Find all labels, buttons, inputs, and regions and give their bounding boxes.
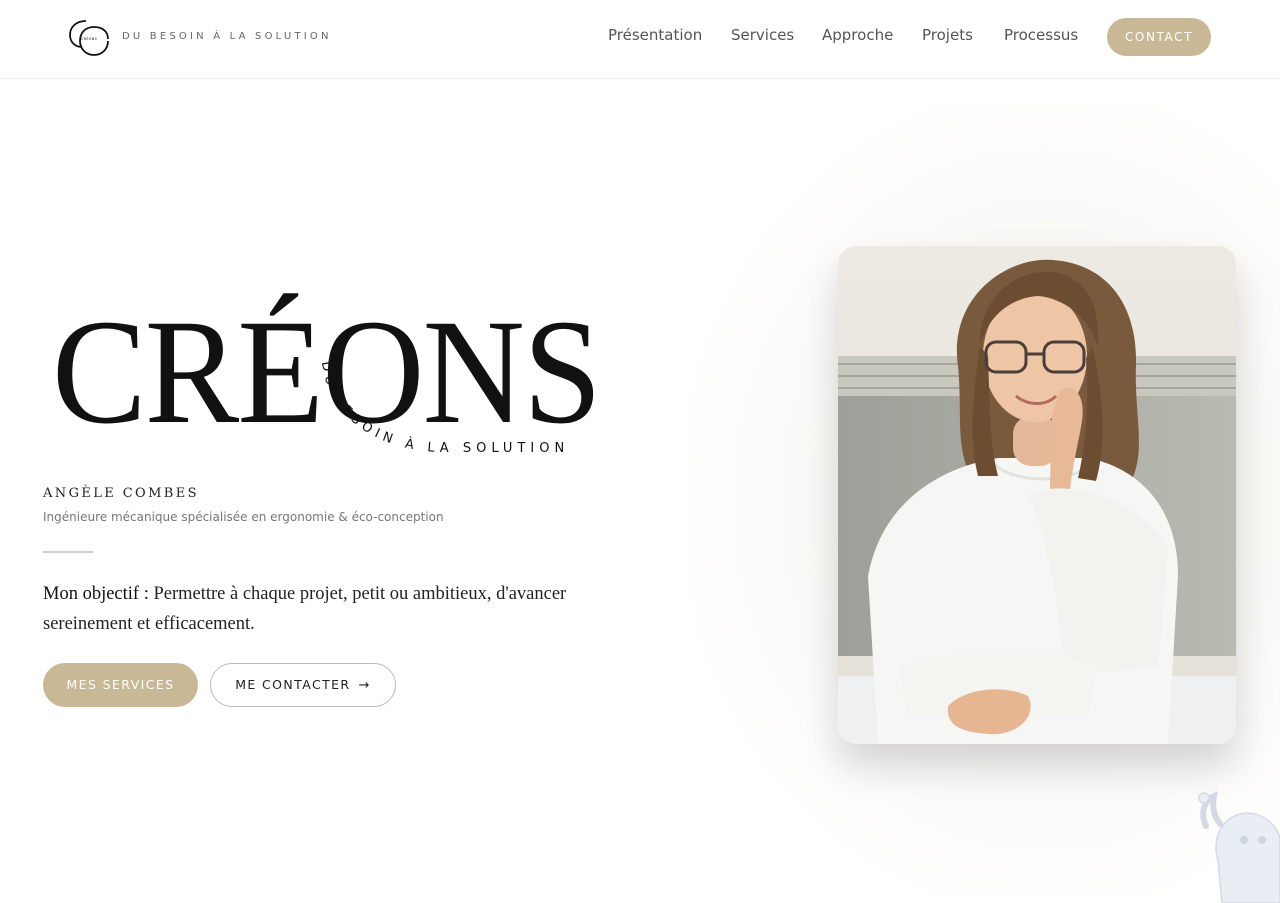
contact-me-label: ME CONTACTER <box>235 677 351 692</box>
divider <box>43 551 93 553</box>
brand-logo[interactable]: CRÉONS <box>68 17 110 57</box>
brand-tagline: DU BESOIN À LA SOLUTION <box>122 31 332 42</box>
portrait-illustration <box>838 246 1236 744</box>
nav-services[interactable]: Services <box>731 26 794 44</box>
objective-text: Mon objectif : Permettre à chaque projet… <box>43 579 603 639</box>
nav-presentation[interactable]: Présentation <box>608 26 702 44</box>
svg-text:CRÉONS: CRÉONS <box>81 36 97 41</box>
person-role: Ingénieure mécanique spécialisée en ergo… <box>43 510 444 524</box>
person-name: ANGÈLE COMBES <box>43 486 199 501</box>
objective-lead: Mon objectif : <box>43 584 149 604</box>
arrow-right-icon: → <box>358 678 371 693</box>
contact-me-button[interactable]: ME CONTACTER → <box>210 663 396 707</box>
site-header: CRÉONS DU BESOIN À LA SOLUTION Présentat… <box>0 0 1280 79</box>
nav-approche[interactable]: Approche <box>822 26 893 44</box>
portrait-photo <box>838 246 1236 744</box>
contact-button[interactable]: CONTACT <box>1107 18 1211 56</box>
decorative-character-icon <box>1198 791 1280 903</box>
nav-processus[interactable]: Processus <box>1004 26 1078 44</box>
hero-wordmark: CRÉONS DU BESOIN À LA SOLUTION <box>52 290 602 456</box>
services-button[interactable]: MES SERVICES <box>43 663 198 707</box>
nav-projets[interactable]: Projets <box>922 26 973 44</box>
